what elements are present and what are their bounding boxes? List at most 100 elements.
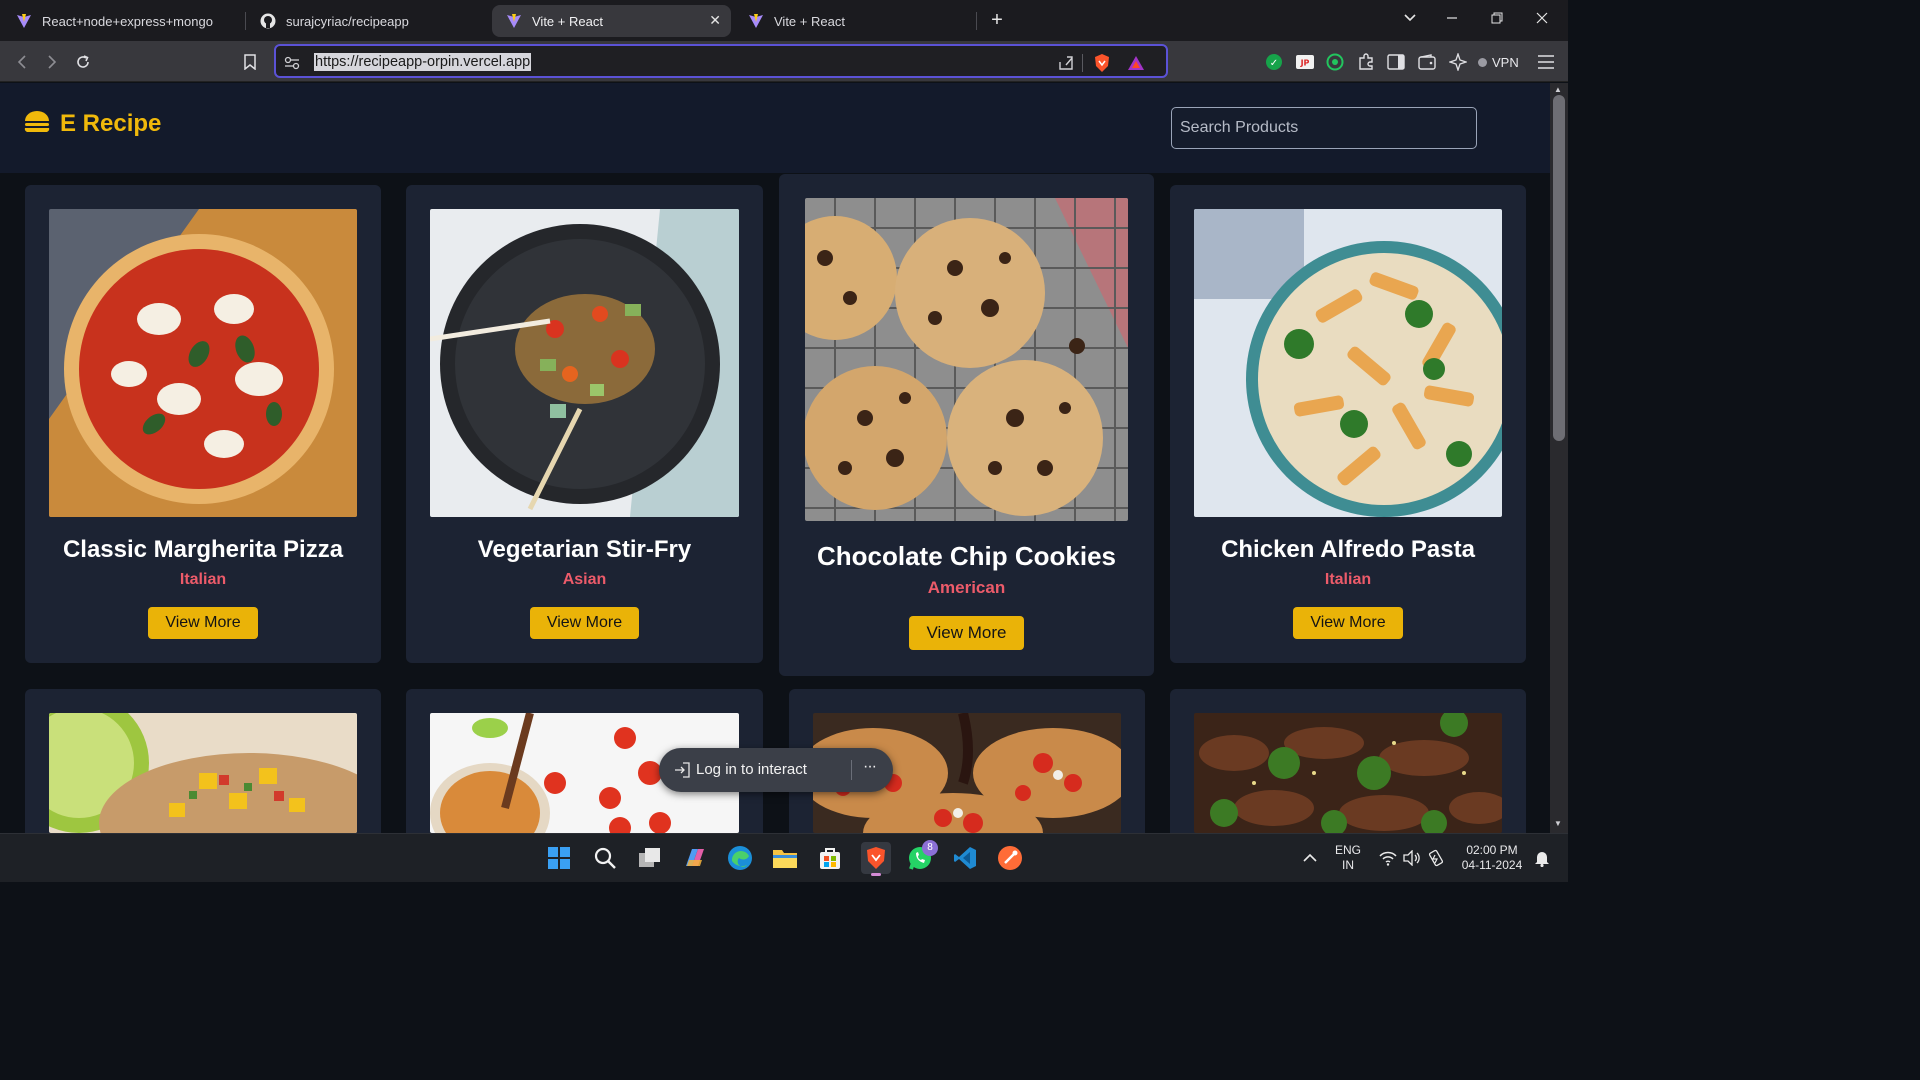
scrollbar-thumb[interactable] [1553, 95, 1565, 441]
extension-target-icon[interactable] [1323, 50, 1347, 74]
extension-json-icon[interactable]: JP [1293, 50, 1317, 74]
language-indicator[interactable]: ENG IN [1330, 843, 1366, 873]
chevron-up-icon[interactable] [1296, 844, 1324, 872]
restore-button[interactable] [1485, 8, 1509, 32]
recipe-cuisine: Italian [179, 571, 227, 588]
browser-tab-4[interactable]: Vite + React [734, 5, 974, 37]
view-more-button[interactable]: View More [148, 607, 258, 639]
vpn-button[interactable]: VPN [1478, 51, 1519, 73]
search-input[interactable] [1171, 107, 1477, 149]
tab-title: Vite + React [532, 13, 603, 29]
clock-date: 04-11-2024 [1461, 858, 1523, 872]
brave-rewards-icon[interactable] [1126, 53, 1146, 73]
brave-shields-icon[interactable] [1092, 53, 1112, 73]
brand-name: E Recipe [60, 110, 162, 137]
recipe-title: Chocolate Chip Cookies [816, 541, 1117, 571]
scroll-up-icon[interactable]: ▲ [1554, 85, 1562, 94]
recipe-cuisine: Italian [1324, 571, 1372, 588]
web-page: E Recipe Classic Margherit [0, 83, 1550, 833]
vite-icon [506, 13, 522, 29]
browser-tab-2[interactable]: surajcyriac/recipeapp [246, 5, 486, 37]
scroll-down-icon[interactable]: ▼ [1554, 819, 1562, 828]
new-tab-button[interactable]: + [986, 9, 1008, 31]
tab-list-chevron-icon[interactable] [1398, 8, 1422, 32]
vpn-status-icon [1478, 57, 1487, 67]
tab-bar: React+node+express+mongo surajcyriac/rec… [0, 0, 1568, 41]
vscode-icon[interactable] [951, 844, 979, 872]
menu-icon[interactable] [1534, 50, 1558, 74]
toast-divider [851, 760, 852, 780]
svg-text:JP: JP [1300, 59, 1310, 68]
share-icon[interactable] [1056, 53, 1076, 73]
login-toast-label: Log in to interact [696, 761, 807, 778]
site-header: E Recipe [0, 83, 1550, 173]
postman-icon[interactable] [996, 844, 1024, 872]
tab-title: surajcyriac/recipeapp [286, 13, 409, 29]
leo-ai-icon[interactable] [1446, 50, 1470, 74]
recipe-card [1170, 689, 1526, 833]
close-window-button[interactable] [1530, 8, 1554, 32]
clock-time: 02:00 PM [1466, 843, 1518, 857]
page-scrollbar[interactable]: ▲ ▼ [1550, 83, 1568, 833]
github-icon [260, 13, 276, 29]
browser-toolbar: https://recipeapp-orpin.vercel.app ✓ JP … [0, 41, 1568, 82]
tab-title: React+node+express+mongo [42, 13, 213, 29]
minimize-button[interactable] [1440, 8, 1464, 32]
microsoft-store-icon[interactable] [816, 844, 844, 872]
battery-charging-icon[interactable] [1422, 844, 1450, 872]
more-options-icon[interactable]: ··· [863, 758, 877, 776]
clock[interactable]: 02:00 PM 04-11-2024 [1454, 843, 1530, 873]
recipe-card: Chicken Alfredo Pasta Italian View More [1170, 185, 1526, 663]
search-icon[interactable] [591, 844, 619, 872]
language-code: ENG [1334, 843, 1361, 857]
bookmark-icon[interactable] [238, 50, 262, 74]
svg-text:✓: ✓ [1270, 58, 1278, 69]
browser-tab-1[interactable]: React+node+express+mongo [2, 5, 240, 37]
sidebar-toggle-icon[interactable] [1384, 50, 1408, 74]
recipe-title: Vegetarian Stir-Fry [477, 536, 692, 563]
notification-bell-icon[interactable] [1528, 844, 1556, 872]
view-more-button[interactable]: View More [530, 607, 639, 639]
recipe-image-cookies [805, 198, 1128, 521]
site-logo[interactable]: E Recipe [24, 110, 161, 138]
extensions-puzzle-icon[interactable] [1354, 50, 1378, 74]
vite-icon [748, 13, 764, 29]
login-icon [673, 761, 691, 783]
tab-divider [976, 12, 977, 30]
recipe-image-pizza [49, 209, 357, 517]
forward-icon[interactable] [40, 50, 64, 74]
recipe-card: Classic Margherita Pizza Italian View Mo… [25, 185, 381, 663]
back-icon[interactable] [10, 50, 34, 74]
active-app-indicator [871, 873, 881, 876]
reload-icon[interactable] [71, 50, 95, 74]
login-toast[interactable]: Log in to interact ··· [659, 748, 893, 792]
whatsapp-icon[interactable]: 8 [906, 840, 938, 872]
recipe-card: Chocolate Chip Cookies American View Mor… [779, 174, 1154, 676]
windows-start-icon[interactable] [545, 844, 573, 872]
recipe-card [25, 689, 381, 833]
edge-icon[interactable] [726, 844, 754, 872]
close-tab-icon[interactable]: ✕ [709, 12, 721, 29]
windows-taskbar: 8 ENG IN 02:00 PM 04-11-2024 [0, 833, 1568, 882]
recipe-image-pasta [1194, 209, 1502, 517]
recipe-card: Vegetarian Stir-Fry Asian View More [406, 185, 763, 663]
brave-taskbar-icon[interactable] [861, 842, 891, 876]
burger-icon [24, 110, 50, 138]
vpn-label: VPN [1492, 54, 1519, 70]
recipe-title: Chicken Alfredo Pasta [1221, 536, 1475, 563]
url-text[interactable]: https://recipeapp-orpin.vercel.app [314, 53, 532, 71]
view-more-button[interactable]: View More [909, 616, 1024, 650]
region-code: IN [1342, 858, 1354, 872]
notification-badge: 8 [922, 840, 938, 856]
recipe-cuisine: American [927, 578, 1006, 597]
browser-tab-3[interactable]: Vite + React ✕ [492, 5, 731, 37]
copilot-icon[interactable] [681, 844, 709, 872]
recipe-image-mango-salsa [49, 713, 357, 833]
file-explorer-icon[interactable] [771, 844, 799, 872]
site-settings-icon[interactable] [282, 53, 302, 73]
wallet-icon[interactable] [1415, 50, 1439, 74]
address-bar[interactable]: https://recipeapp-orpin.vercel.app [274, 44, 1168, 78]
extension-grammar-icon[interactable]: ✓ [1262, 50, 1286, 74]
task-view-icon[interactable] [636, 844, 664, 872]
view-more-button[interactable]: View More [1293, 607, 1403, 639]
